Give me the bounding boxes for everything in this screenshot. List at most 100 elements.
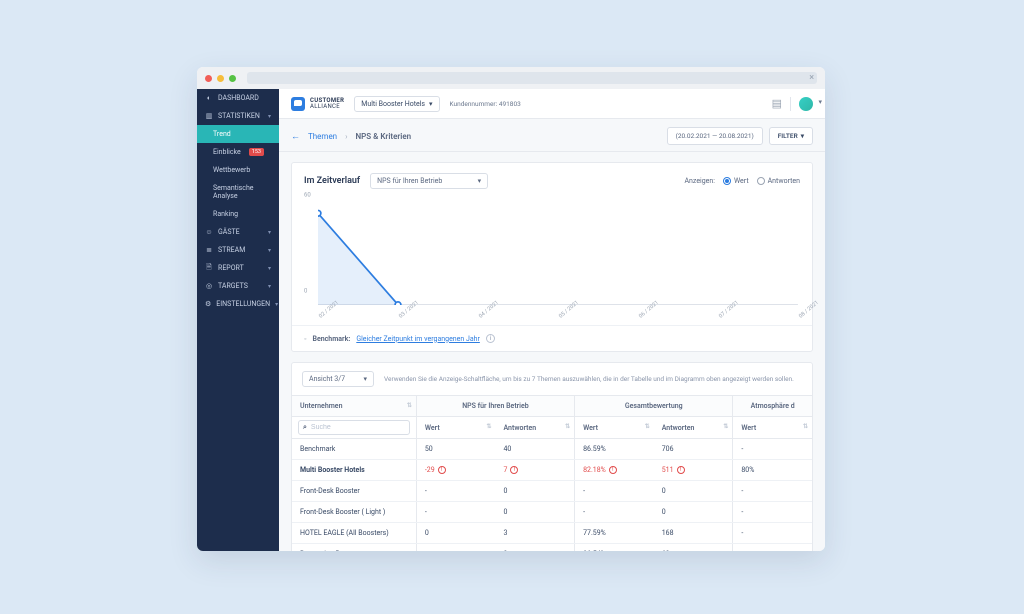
date-range[interactable]: (20.02.2021 — 20.08.2021) xyxy=(667,127,763,145)
alert-icon: ! xyxy=(510,466,518,474)
property-select[interactable]: Multi Booster Hotels ▾ xyxy=(354,96,439,112)
x-tick: 07 / 2021 xyxy=(718,315,722,320)
logo-text: CUSTOMERALLIANCE xyxy=(310,98,344,110)
sidebar-label: Trend xyxy=(213,130,231,138)
filter-button[interactable]: FILTER ▾ xyxy=(769,127,813,145)
chevron-down-icon: ▾ xyxy=(275,301,278,308)
sidebar-label: REPORT xyxy=(218,264,244,272)
customer-number: Kundennummer: 491803 xyxy=(450,100,521,108)
th-ges-wert[interactable]: Wert⇅ xyxy=(575,417,654,439)
th-nps-wert[interactable]: Wert⇅ xyxy=(416,417,495,439)
divider xyxy=(790,97,791,111)
sidebar-label: STATISTIKEN xyxy=(218,112,260,120)
sidebar-item-statistiken[interactable]: ▥ STATISTIKEN ▾ xyxy=(197,107,279,125)
table-row[interactable]: Front-Desk Booster ( Light )-0-0- xyxy=(292,502,812,523)
stream-icon: ≣ xyxy=(205,246,213,254)
address-bar[interactable]: × xyxy=(247,72,817,84)
logo-icon xyxy=(291,97,305,111)
chevron-down-icon: ▾ xyxy=(268,247,271,254)
x-tick: 06 / 2021 xyxy=(638,315,642,320)
chart-svg xyxy=(318,195,798,305)
search-icon: ⌕ xyxy=(303,423,307,432)
window-close-dot[interactable] xyxy=(205,75,212,82)
back-arrow-icon[interactable]: ← xyxy=(291,131,300,142)
radio-wert[interactable]: Wert xyxy=(723,177,749,185)
sidebar-item-trend[interactable]: Trend xyxy=(197,125,279,143)
sidebar-item-einblicke[interactable]: Einblicke 153 xyxy=(197,143,279,161)
chevron-down-icon: ▾ xyxy=(268,265,271,272)
content-scroll[interactable]: Im Zeitverlauf NPS für Ihren Betrieb ▾ A… xyxy=(279,152,825,551)
gauge-icon: ◐ xyxy=(205,94,213,102)
sidebar-item-gaeste[interactable]: ☺ GÄSTE ▾ xyxy=(197,223,279,241)
table-row[interactable]: Benchmark504086.59%706- xyxy=(292,439,812,460)
sidebar-item-stream[interactable]: ≣ STREAM ▾ xyxy=(197,241,279,259)
radio-antworten[interactable]: Antworten xyxy=(757,177,800,185)
benchmark-row: ◦ Benchmark: Gleicher Zeitpunkt im verga… xyxy=(292,325,812,351)
brand-logo[interactable]: CUSTOMERALLIANCE xyxy=(291,97,344,111)
chevron-down-icon: ▾ xyxy=(268,113,271,120)
sidebar-item-ranking[interactable]: Ranking xyxy=(197,205,279,223)
chevron-down-icon: ▾ xyxy=(478,177,482,185)
th-nps-ant[interactable]: Antworten⇅ xyxy=(495,417,574,439)
window-zoom-dot[interactable] xyxy=(229,75,236,82)
table-body: Benchmark504086.59%706-Multi Booster Hot… xyxy=(292,439,812,552)
info-icon[interactable]: i xyxy=(486,334,495,343)
search-input[interactable] xyxy=(311,424,375,431)
x-tick: 03 / 2021 xyxy=(398,315,402,320)
chevron-down-icon: ▾ xyxy=(429,100,433,108)
th-nps-group: NPS für Ihren Betrieb xyxy=(416,396,574,417)
bars-icon: ▥ xyxy=(205,112,213,120)
th-company[interactable]: Unternehmen⇅ xyxy=(292,396,416,417)
topbar: CUSTOMERALLIANCE Multi Booster Hotels ▾ … xyxy=(279,89,825,119)
table-row[interactable]: Front-Desk Booster-0-0- xyxy=(292,481,812,502)
sidebar-item-targets[interactable]: ◎ TARGETS ▾ xyxy=(197,277,279,295)
th-search: ⌕ xyxy=(292,417,416,439)
close-icon[interactable]: × xyxy=(809,73,814,83)
table-row[interactable]: Reputation Booster-086.54%60- xyxy=(292,544,812,552)
sidebar-label: Einblicke xyxy=(213,148,241,156)
chevron-down-icon: ▾ xyxy=(801,132,804,140)
sidebar-label: Semantische Analyse xyxy=(213,184,271,200)
gear-icon: ⚙ xyxy=(205,300,211,308)
app-window: × ◐ DASHBOARD ▥ STATISTIKEN ▾ Trend Einb… xyxy=(197,67,825,551)
sidebar-item-report[interactable]: 🗎 REPORT ▾ xyxy=(197,259,279,277)
sidebar-label: Wettbewerb xyxy=(213,166,250,174)
th-atm-wert[interactable]: Wert⇅ xyxy=(733,417,812,439)
table-card: Ansicht 3/7 ▾ Verwenden Sie die Anzeige-… xyxy=(291,362,813,551)
window-minimize-dot[interactable] xyxy=(217,75,224,82)
user-avatar[interactable] xyxy=(799,97,813,111)
trend-card: Im Zeitverlauf NPS für Ihren Betrieb ▾ A… xyxy=(291,162,813,352)
table-row[interactable]: HOTEL EAGLE (All Boosters)0377.59%168- xyxy=(292,523,812,544)
chevron-down-icon: ▾ xyxy=(363,375,367,383)
sidebar-item-wettbewerb[interactable]: Wettbewerb xyxy=(197,161,279,179)
sidebar-item-semantische[interactable]: Semantische Analyse xyxy=(197,179,279,205)
x-tick: 05 / 2021 xyxy=(558,315,562,320)
sidebar-label: STREAM xyxy=(218,246,245,254)
users-icon: ☺ xyxy=(205,228,213,236)
sidebar-item-dashboard[interactable]: ◐ DASHBOARD xyxy=(197,89,279,107)
marker-icon: ◦ xyxy=(304,335,306,343)
th-ges-ant[interactable]: Antworten⇅ xyxy=(654,417,733,439)
chevron-down-icon: ▾ xyxy=(268,229,271,236)
trend-chart: 60 0 02 / 202103 / 202104 / 202105 / 202… xyxy=(304,195,800,315)
th-gesamt-group: Gesamtbewertung xyxy=(575,396,733,417)
chevron-down-icon: ▾ xyxy=(268,283,271,290)
trend-metric-select[interactable]: NPS für Ihren Betrieb ▾ xyxy=(370,173,488,189)
breadcrumb-current: NPS & Kriterien xyxy=(356,132,412,141)
x-axis-labels: 02 / 202103 / 202104 / 202105 / 202106 /… xyxy=(304,311,800,321)
results-table: Unternehmen⇅ NPS für Ihren Betrieb Gesam… xyxy=(292,395,812,551)
breadcrumb-themen[interactable]: Themen xyxy=(308,132,337,141)
x-tick: 08 / 2021 xyxy=(798,315,802,320)
sidebar-item-einstellungen[interactable]: ⚙ EINSTELLUNGEN ▾ xyxy=(197,295,279,313)
notebook-icon[interactable]: ▤ xyxy=(772,97,782,110)
ansicht-select[interactable]: Ansicht 3/7 ▾ xyxy=(302,371,374,387)
browser-chrome: × xyxy=(197,67,825,89)
th-atmos-group: Atmosphäre d xyxy=(733,396,812,417)
main-column: CUSTOMERALLIANCE Multi Booster Hotels ▾ … xyxy=(279,89,825,551)
table-row[interactable]: Multi Booster Hotels-29 !7 !82.18% !511 … xyxy=(292,460,812,481)
benchmark-link[interactable]: Gleicher Zeitpunkt im vergangenen Jahr xyxy=(356,335,480,343)
x-tick: 04 / 2021 xyxy=(478,315,482,320)
sidebar-label: Ranking xyxy=(213,210,238,218)
sidebar-label: DASHBOARD xyxy=(218,94,259,102)
search-input-wrap[interactable]: ⌕ xyxy=(298,420,410,435)
